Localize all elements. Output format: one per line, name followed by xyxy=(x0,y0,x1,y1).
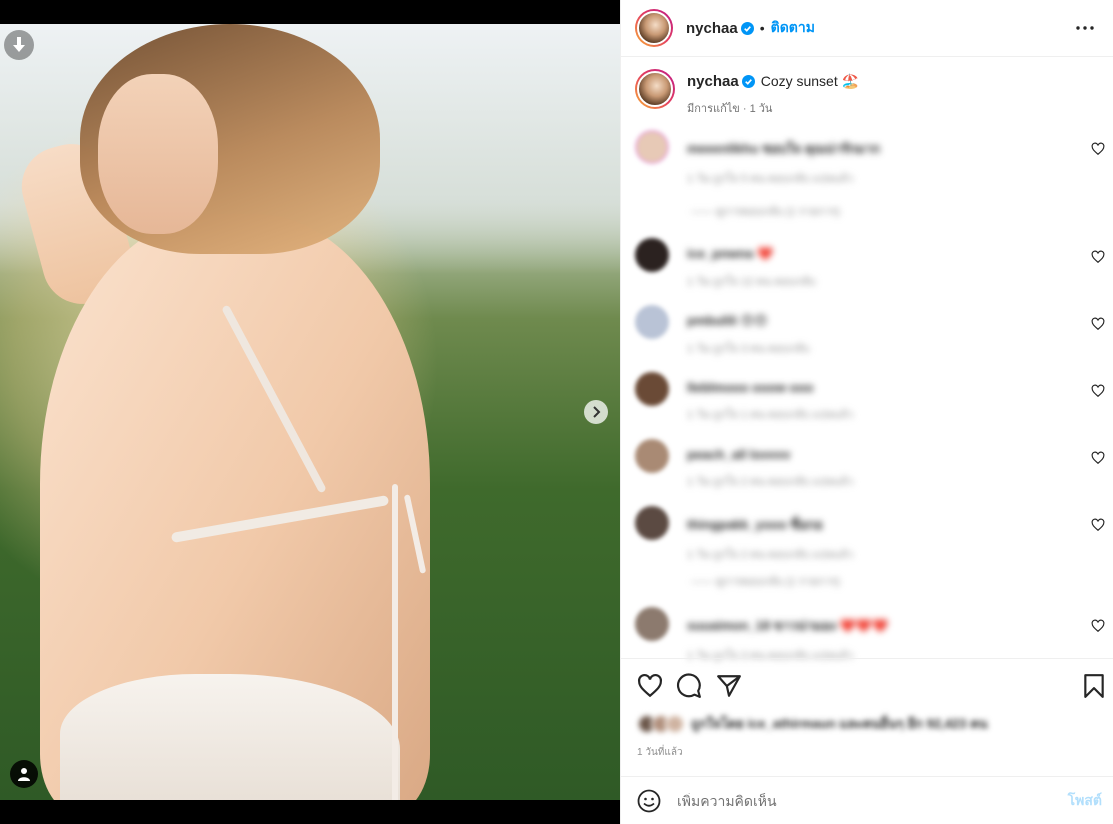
comment-item: peach_all lovvvv 1 วัน ถูกใจ 2 คน ตอบกลั… xyxy=(635,439,1105,489)
post-comment-button[interactable]: โพสต์ xyxy=(1068,790,1102,812)
comment-text: ชอบใจ คุณน่ารักมาก xyxy=(762,141,881,156)
heart-icon[interactable] xyxy=(1091,250,1105,264)
comment-icon[interactable] xyxy=(676,673,702,699)
download-button[interactable] xyxy=(4,30,34,60)
comment-input[interactable] xyxy=(677,792,1068,809)
heart-icon[interactable] xyxy=(1091,619,1105,633)
user-tag-icon xyxy=(18,768,30,781)
comment-avatar[interactable] xyxy=(635,305,669,339)
comment-username[interactable]: ice_pnwna xyxy=(687,246,753,261)
bookmark-icon[interactable] xyxy=(1081,673,1107,699)
post-side-panel: nychaa • ติดตาม nychaa Cozy sunset 🏖️ มี… xyxy=(620,0,1113,824)
comment-avatar[interactable] xyxy=(635,439,669,473)
more-icon xyxy=(1076,26,1094,30)
comment-avatar[interactable] xyxy=(635,372,669,406)
comment-text: ชื่อกอ xyxy=(790,517,823,532)
post-header: nychaa • ติดตาม xyxy=(621,0,1113,57)
comment-text: ❤️ xyxy=(757,246,774,261)
heart-icon[interactable] xyxy=(1091,317,1105,331)
comment-item: pmbulili 😍😍 1 วัน ถูกใจ 3 คน ตอบกลับ xyxy=(635,305,1105,355)
comment-item: thingpakk_yooo ชื่อกอ 1 วัน ถูกใจ 2 คน ต… xyxy=(635,506,1105,561)
comment-text: lovvvv xyxy=(749,447,791,462)
heart-icon[interactable] xyxy=(1091,142,1105,156)
comment-username[interactable]: suuaimon_18 xyxy=(687,618,770,633)
view-replies-button[interactable]: —— ดูการตอบกลับ (1 รายการ) xyxy=(691,572,840,590)
comment-meta: 1 วัน ถูกใจ 2 คน ตอบกลับ แปลแล้ว xyxy=(687,549,854,561)
view-replies-button[interactable]: —— ดูการตอบกลับ (1 รายการ) xyxy=(691,202,840,220)
comment-item: ice_pnwna ❤️ 1 วัน ถูกใจ 12 คน ตอบกลับ xyxy=(635,238,1105,288)
caption-text: Cozy sunset 🏖️ xyxy=(760,73,860,89)
instagram-post-view: nychaa • ติดตาม nychaa Cozy sunset 🏖️ มี… xyxy=(0,0,1113,824)
heart-icon[interactable] xyxy=(637,673,663,699)
comment-text: 😍😍 xyxy=(740,313,768,328)
comment-item: meeenlikhu ชอบใจ คุณน่ารักมาก 1 วัน ถูกใ… xyxy=(635,130,1105,185)
comment-avatar[interactable] xyxy=(635,506,669,540)
comment-meta: 1 วัน ถูกใจ 12 คน ตอบกลับ xyxy=(687,276,816,288)
verified-icon xyxy=(741,75,755,88)
tagged-users-button[interactable] xyxy=(10,760,38,788)
comment-composer: โพสต์ xyxy=(621,776,1113,824)
post-actions: ถูกใจโดย ice_athirmaun และคนอื่นๆ อีก 92… xyxy=(621,658,1113,776)
comment-username[interactable]: meeenlikhu xyxy=(687,141,759,156)
caption-username[interactable]: nychaa xyxy=(687,73,739,90)
share-icon[interactable] xyxy=(716,673,742,699)
comment-item: lleblmooo ooow ooo 1 วัน ถูกใจ 1 คน ตอบก… xyxy=(635,372,1105,422)
next-image-button[interactable] xyxy=(584,400,608,424)
heart-icon[interactable] xyxy=(1091,518,1105,532)
header-username[interactable]: nychaa xyxy=(686,20,738,37)
comment-meta: 1 วัน ถูกใจ 3 คน ตอบกลับ xyxy=(687,343,810,355)
comment-avatar[interactable] xyxy=(635,130,669,164)
comment-meta: 1 วัน ถูกใจ 5 คน ตอบกลับ แปลแล้ว xyxy=(687,173,854,185)
comment-meta: 1 วัน ถูกใจ 1 คน ตอบกลับ แปลแล้ว xyxy=(687,409,854,421)
caption-meta: มีการแก้ไข · 1 วัน xyxy=(687,103,773,115)
download-icon xyxy=(13,37,25,52)
more-options-button[interactable] xyxy=(1073,16,1097,40)
verified-icon xyxy=(740,21,754,35)
comment-item: suuaimon_18 ขาวน่ามอง ❤️❤️❤️ 1 วัน ถูกใจ… xyxy=(635,607,1105,662)
avatar[interactable] xyxy=(635,9,673,47)
comment-username[interactable]: peach_all xyxy=(687,447,746,462)
comment-username[interactable]: thingpakk_yooo xyxy=(687,517,787,532)
heart-icon[interactable] xyxy=(1091,384,1105,398)
comment-text: ขาวน่ามอง ❤️❤️❤️ xyxy=(773,618,889,633)
comment-text: ooow ooo xyxy=(752,380,814,395)
separator-dot: • xyxy=(759,20,765,36)
emoji-icon[interactable] xyxy=(637,789,661,813)
chevron-right-icon xyxy=(593,406,601,418)
post-media-pane xyxy=(0,0,620,824)
post-timestamp[interactable]: 1 วันที่แล้ว xyxy=(637,745,683,760)
likes-summary[interactable]: ถูกใจโดย ice_athirmaun และคนอื่นๆ อีก 92… xyxy=(637,713,988,734)
post-photo[interactable] xyxy=(0,24,620,800)
likes-text: ถูกใจโดย ice_athirmaun และคนอื่นๆ อีก 92… xyxy=(691,716,988,731)
caption-avatar[interactable] xyxy=(635,69,675,109)
comment-avatar[interactable] xyxy=(635,607,669,641)
follow-button[interactable]: ติดตาม xyxy=(771,17,815,39)
heart-icon[interactable] xyxy=(1091,451,1105,465)
comment-username[interactable]: lleblmooo xyxy=(687,380,748,395)
comment-username[interactable]: pmbulili xyxy=(687,313,737,328)
comment-meta: 1 วัน ถูกใจ 2 คน ตอบกลับ แปลแล้ว xyxy=(687,476,854,488)
comment-avatar[interactable] xyxy=(635,238,669,272)
